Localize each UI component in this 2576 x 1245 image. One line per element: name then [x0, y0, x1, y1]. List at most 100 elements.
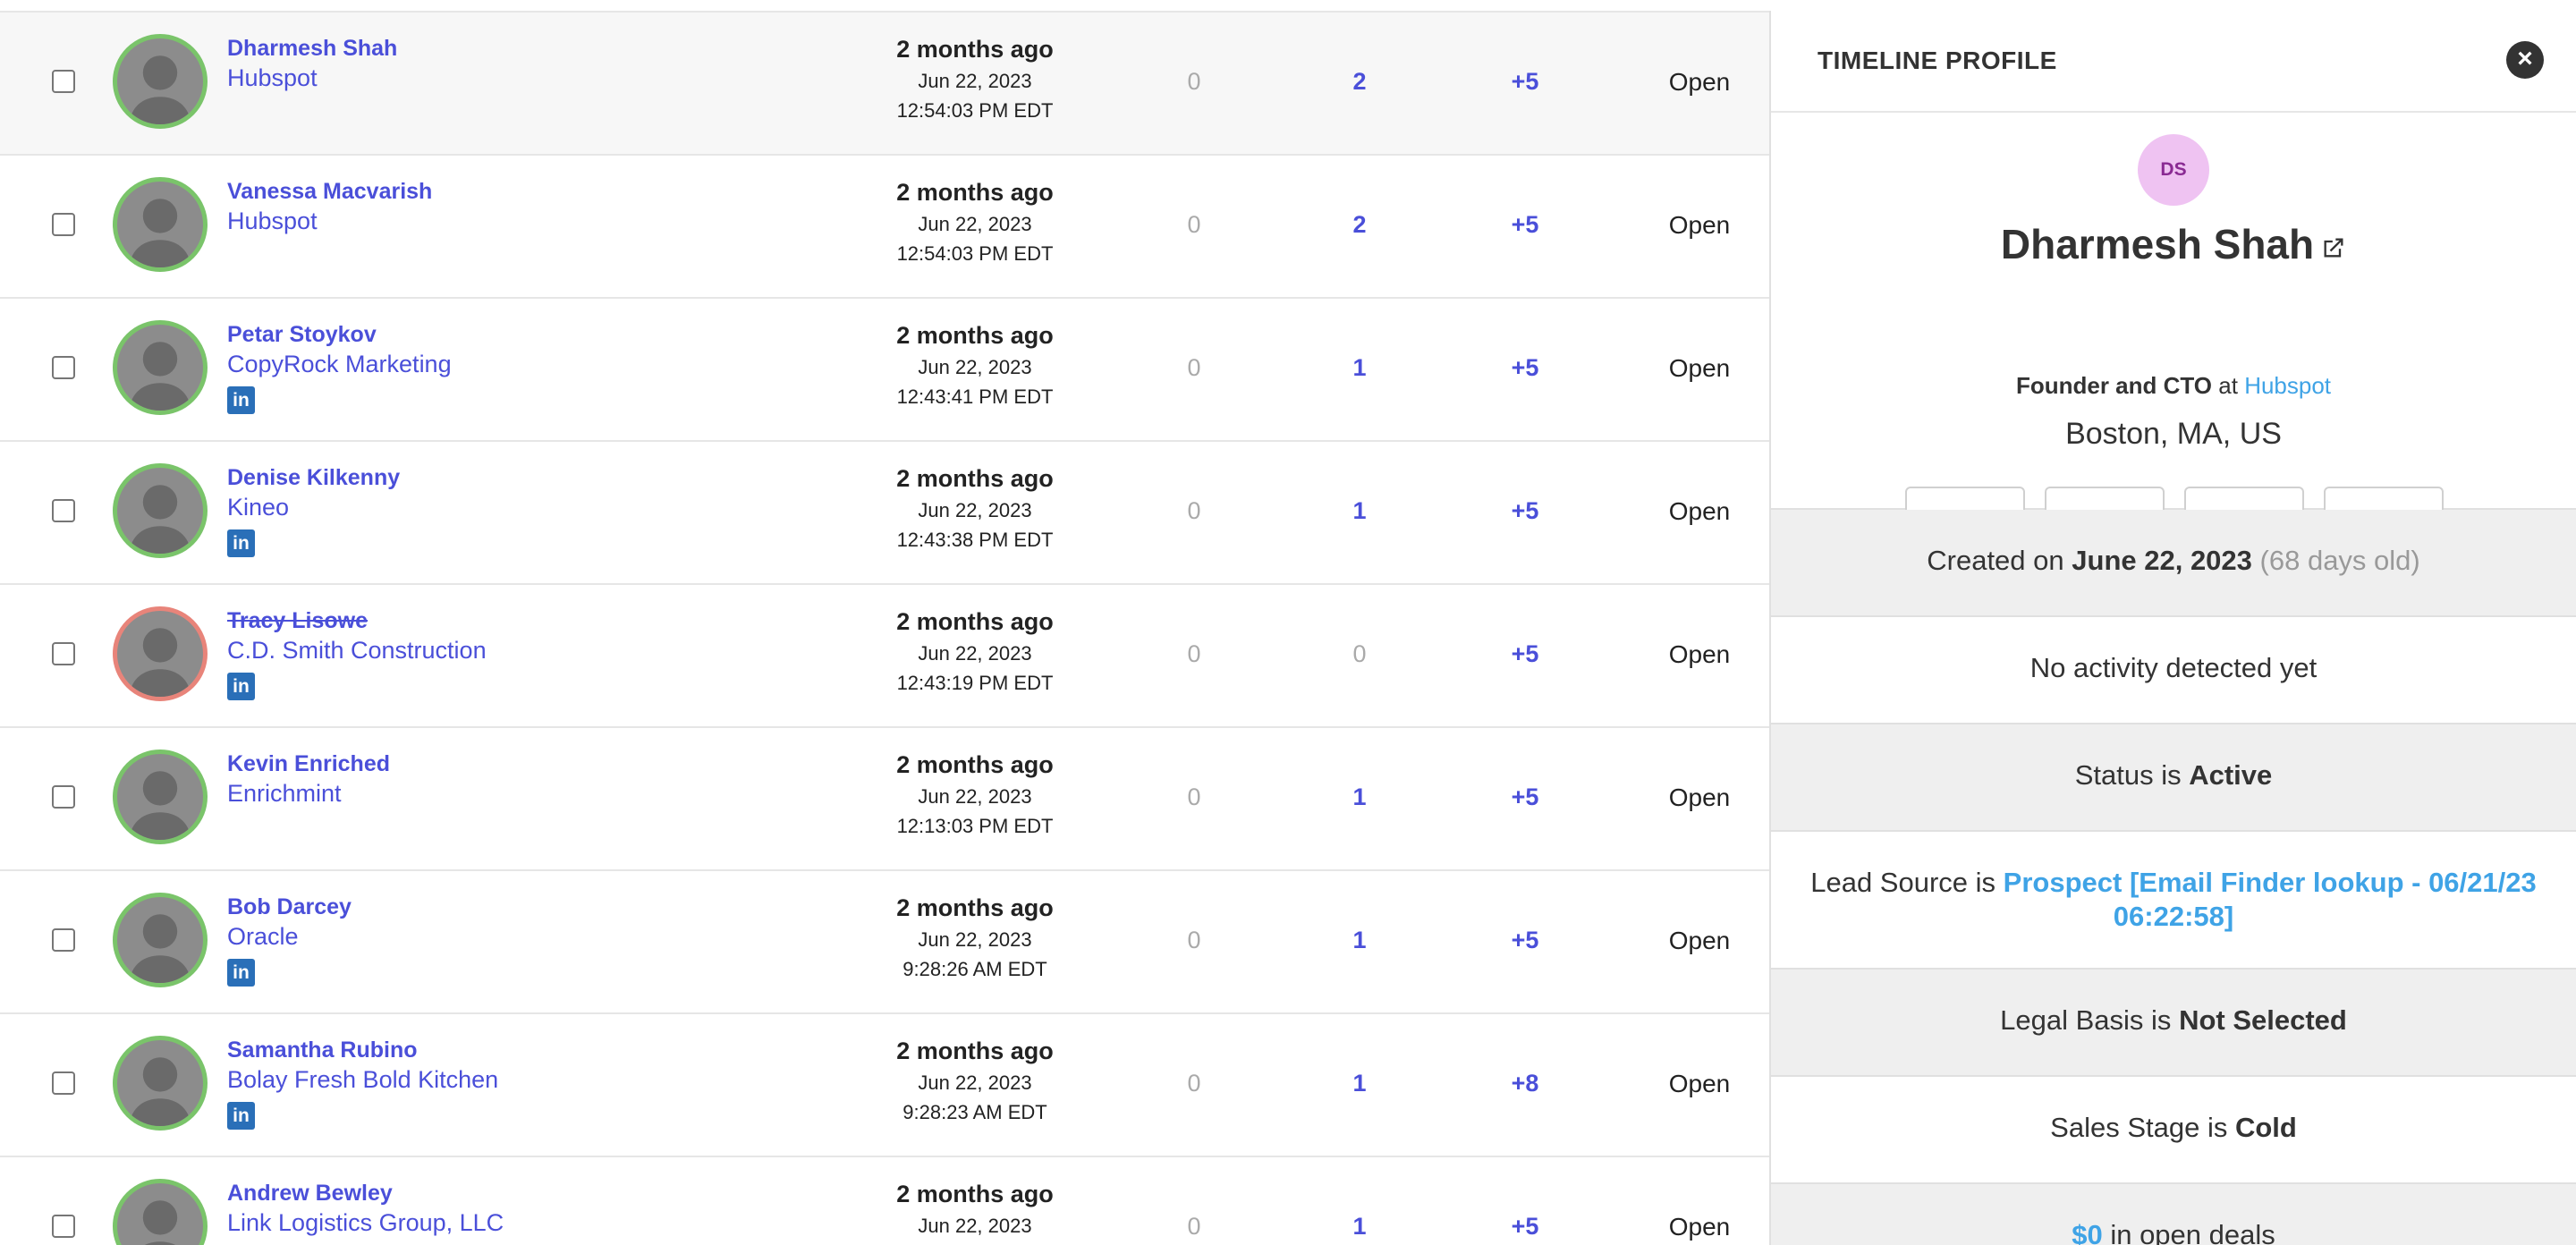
count-col-2[interactable]: 2 — [1328, 211, 1391, 239]
contact-name-link[interactable]: Denise Kilkenny — [227, 465, 400, 491]
count-col-2[interactable]: 1 — [1328, 354, 1391, 382]
table-row[interactable]: Tracy Lisowe C.D. Smith Construction in 2 m… — [0, 585, 1769, 728]
count-col-1: 0 — [1187, 783, 1201, 810]
avatar[interactable] — [113, 1036, 208, 1131]
deals-amount-link[interactable]: $0 — [2072, 1219, 2102, 1245]
date: Jun 22, 2023 — [918, 1071, 1032, 1094]
avatar[interactable] — [113, 893, 208, 987]
count-col-3[interactable]: +5 — [1494, 1213, 1556, 1241]
row-checkbox[interactable] — [52, 499, 75, 522]
relative-time: 2 months ago — [896, 1038, 1054, 1064]
date: Jun 22, 2023 — [918, 70, 1032, 92]
contact-name-link[interactable]: Kevin Enriched — [227, 751, 390, 777]
profile-name-text[interactable]: Dharmesh Shah — [2001, 221, 2314, 267]
company-link[interactable]: Link Logistics Group, LLC — [227, 1209, 504, 1237]
table-row[interactable]: Petar Stoykov CopyRock Marketing in 2 month… — [0, 299, 1769, 442]
count-col-3[interactable]: +5 — [1494, 211, 1556, 239]
table-row[interactable]: Andrew BewleyLink Logistics Group, LLCin… — [0, 1157, 1769, 1245]
avatar[interactable] — [113, 320, 208, 415]
company-link[interactable]: Hubspot — [227, 208, 318, 235]
status-text: Open — [1668, 927, 1731, 954]
relative-time: 2 months ago — [896, 322, 1054, 349]
row-checkbox[interactable] — [52, 785, 75, 809]
close-button[interactable]: × — [2506, 41, 2544, 79]
row-checkbox[interactable] — [52, 356, 75, 379]
date: Jun 22, 2023 — [918, 213, 1032, 235]
company-link[interactable]: CopyRock Marketing — [227, 351, 452, 378]
status-info: Status is Active — [1771, 724, 2576, 832]
contacts-list: Dharmesh Shah Hubspot 2 months ago Jun 22, … — [0, 11, 1769, 1245]
status-text: Open — [1668, 1070, 1731, 1097]
linkedin-icon[interactable]: in — [227, 386, 255, 414]
company-link[interactable]: Kineo — [227, 494, 289, 521]
lead-source-link[interactable]: Prospect [Email Finder lookup - 06/21/23… — [2004, 867, 2537, 932]
profile-role-title: Founder and CTO — [2015, 372, 2213, 399]
contact-name-link[interactable]: Petar Stoykov — [227, 322, 377, 348]
contact-name-link[interactable]: Dharmesh Shah — [227, 36, 397, 62]
row-checkbox[interactable] — [52, 70, 75, 93]
date: Jun 22, 2023 — [918, 785, 1032, 808]
table-row[interactable]: Vanessa Macvarish Hubspot 2 months ago Jun … — [0, 156, 1769, 299]
profile-company-link[interactable]: Hubspot — [2244, 372, 2331, 399]
table-row[interactable]: Samantha Rubino Bolay Fresh Bold Kitchen i… — [0, 1014, 1769, 1157]
table-row[interactable]: Bob Darcey Oracle in 2 months ago Jun 22, 20… — [0, 871, 1769, 1014]
row-checkbox[interactable] — [52, 213, 75, 236]
date: Jun 22, 2023 — [918, 1215, 1032, 1237]
contact-name-link[interactable]: Andrew Bewley — [227, 1181, 393, 1207]
linkedin-icon[interactable]: in — [227, 959, 255, 987]
count-col-3[interactable]: +5 — [1494, 354, 1556, 382]
linkedin-icon[interactable]: in — [227, 673, 255, 700]
avatar[interactable] — [113, 750, 208, 844]
company-link[interactable]: C.D. Smith Construction — [227, 637, 487, 665]
avatar[interactable] — [113, 177, 208, 272]
status-text: Open — [1668, 640, 1731, 668]
count-col-3[interactable]: +5 — [1494, 640, 1556, 668]
person-silhouette-icon — [129, 199, 191, 267]
avatar[interactable] — [113, 463, 208, 558]
time: 12:43:41 PM EDT — [896, 385, 1054, 408]
count-col-2[interactable]: 1 — [1328, 1070, 1391, 1097]
table-row[interactable]: Kevin Enriched Enrichmint 2 months ago Jun … — [0, 728, 1769, 871]
count-col-3[interactable]: +5 — [1494, 68, 1556, 96]
time: 9:28:23 AM EDT — [902, 1101, 1047, 1123]
row-checkbox[interactable] — [52, 928, 75, 952]
linkedin-icon[interactable]: in — [227, 1102, 255, 1130]
company-link[interactable]: Bolay Fresh Bold Kitchen — [227, 1066, 498, 1094]
person-silhouette-icon — [142, 1200, 178, 1245]
count-col-3[interactable]: +8 — [1494, 1070, 1556, 1097]
avatar[interactable] — [113, 34, 208, 129]
count-col-1: 0 — [1187, 68, 1201, 95]
lead-prefix: Lead Source is — [1810, 867, 1996, 898]
count-col-3[interactable]: +5 — [1494, 927, 1556, 954]
table-row[interactable]: Denise Kilkenny Kineo in 2 months ago Jun 22… — [0, 442, 1769, 585]
legal-value: Not Selected — [2179, 1004, 2347, 1036]
company-link[interactable]: Hubspot — [227, 64, 318, 92]
row-checkbox[interactable] — [52, 642, 75, 665]
person-silhouette-icon — [129, 55, 191, 124]
company-link[interactable]: Oracle — [227, 923, 299, 951]
company-link[interactable]: Enrichmint — [227, 780, 342, 808]
avatar[interactable] — [113, 606, 208, 701]
table-row[interactable]: Dharmesh Shah Hubspot 2 months ago Jun 22, … — [0, 13, 1769, 156]
avatar[interactable] — [113, 1179, 208, 1245]
row-checkbox[interactable] — [52, 1071, 75, 1095]
profile-name[interactable]: Dharmesh Shah — [1771, 220, 2576, 268]
count-col-3[interactable]: +5 — [1494, 497, 1556, 525]
count-col-2[interactable]: 1 — [1328, 927, 1391, 954]
count-col-2[interactable]: 1 — [1328, 783, 1391, 811]
row-checkbox[interactable] — [52, 1215, 75, 1238]
external-link-icon[interactable] — [2321, 235, 2346, 260]
status-value: Active — [2189, 759, 2273, 791]
contact-name-link[interactable]: Samantha Rubino — [227, 1038, 418, 1063]
linkedin-icon[interactable]: in — [227, 529, 255, 557]
contact-name-link[interactable]: Vanessa Macvarish — [227, 179, 432, 205]
contact-name-link[interactable]: Tracy Lisowe — [227, 608, 368, 634]
count-col-2[interactable]: 0 — [1328, 640, 1391, 668]
relative-time: 2 months ago — [896, 465, 1054, 492]
count-col-2[interactable]: 1 — [1328, 1213, 1391, 1241]
legal-prefix: Legal Basis is — [2000, 1004, 2172, 1036]
count-col-2[interactable]: 2 — [1328, 68, 1391, 96]
count-col-3[interactable]: +5 — [1494, 783, 1556, 811]
contact-name-link[interactable]: Bob Darcey — [227, 894, 352, 920]
count-col-2[interactable]: 1 — [1328, 497, 1391, 525]
